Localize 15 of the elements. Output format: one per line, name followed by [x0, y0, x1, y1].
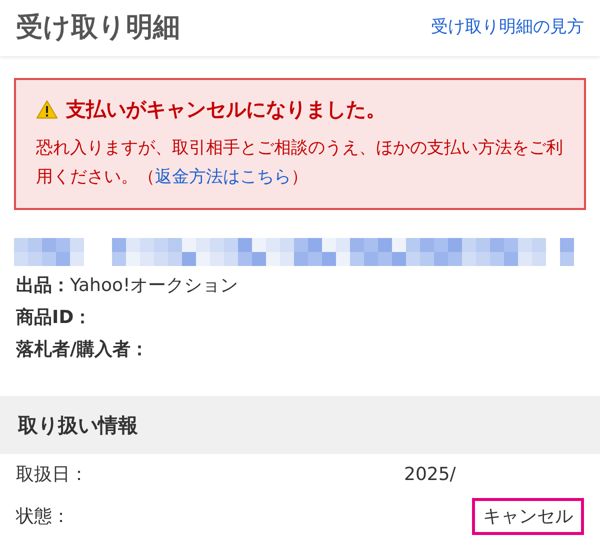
field-value: 2025/ [404, 463, 456, 488]
section-heading: 取り扱い情報 [18, 412, 138, 439]
warning-icon [36, 100, 58, 118]
alert-message: 恐れ入りますが、取引相手とご相談のうえ、ほかの支払い方法をご利用ください。（返金方法はこちら） [36, 137, 564, 189]
alert-title: 支払いがキャンセルになりました。 [66, 96, 386, 123]
help-link[interactable]: 受け取り明細の見方 [431, 15, 584, 41]
highlighted-value: キャンセル [472, 498, 584, 536]
field-value: Yahoo!オークション [70, 274, 238, 298]
field-label: 出品： [16, 274, 70, 298]
field-label: 状態： [16, 505, 70, 530]
field-label: 落札者/購入者： [16, 338, 149, 362]
field-label: 取扱日： [16, 463, 88, 488]
refund-link[interactable]: 返金方法はこちら [155, 166, 291, 187]
field-label: 商品ID： [16, 306, 92, 330]
page-title: 受け取り明細 [16, 10, 180, 45]
